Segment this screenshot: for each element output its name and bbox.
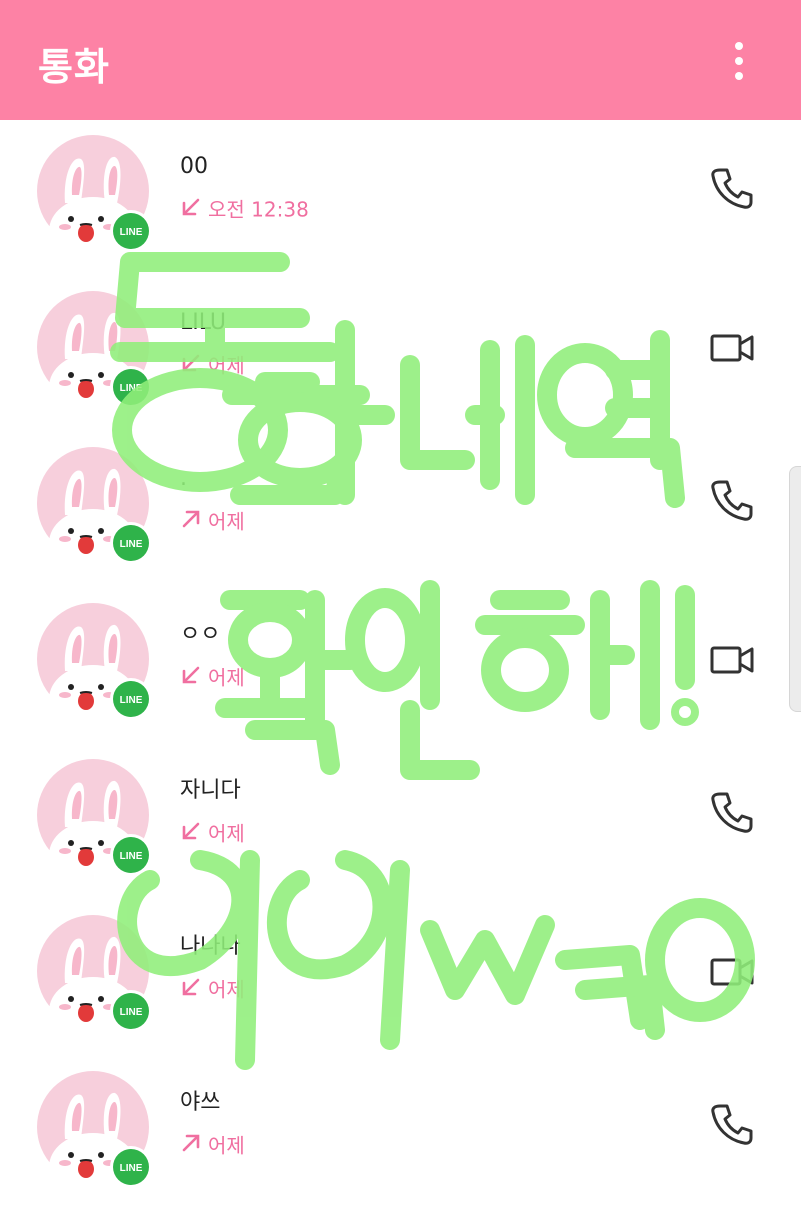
call-row[interactable]: LINE 야쓰 어제 <box>0 1056 801 1212</box>
incoming-call-arrow-icon <box>180 352 202 374</box>
avatar[interactable]: LINE <box>35 757 155 889</box>
contact-name: LILU <box>180 310 227 335</box>
call-time: 어제 <box>208 353 245 378</box>
svg-text:LINE: LINE <box>120 1163 143 1174</box>
call-time: 어제 <box>208 665 245 690</box>
call-meta: 어제 <box>180 975 245 1003</box>
call-meta: 어제 <box>180 351 245 379</box>
svg-text:LINE: LINE <box>120 1007 143 1018</box>
call-row[interactable]: LINE 나나나 어제 <box>0 900 801 1056</box>
call-meta: 어제 <box>180 1131 245 1159</box>
more-vert-icon[interactable] <box>718 36 762 86</box>
avatar[interactable]: LINE <box>35 1069 155 1201</box>
incoming-call-arrow-icon <box>180 196 202 218</box>
call-time: 오전 12:38 <box>208 197 309 222</box>
outgoing-call-arrow-icon <box>180 1132 202 1154</box>
avatar[interactable]: LINE <box>35 289 155 421</box>
call-time: 어제 <box>208 821 245 846</box>
svg-text:LINE: LINE <box>120 383 143 394</box>
voice-call-icon[interactable] <box>706 162 758 214</box>
voice-call-icon[interactable] <box>706 1098 758 1150</box>
voice-call-icon[interactable] <box>706 786 758 838</box>
call-row[interactable]: LINE 00 오전 12:38 <box>0 120 801 276</box>
outgoing-call-arrow-icon <box>180 508 202 530</box>
avatar[interactable]: LINE <box>35 445 155 577</box>
page-title: 통화 <box>38 45 110 89</box>
avatar[interactable]: LINE <box>35 601 155 733</box>
video-call-icon[interactable] <box>706 322 758 374</box>
incoming-call-arrow-icon <box>180 820 202 842</box>
avatar[interactable]: LINE <box>35 913 155 1045</box>
contact-name: 나나나 <box>180 934 241 959</box>
avatar[interactable]: LINE <box>35 133 155 265</box>
call-history-list: LINE 00 오전 12:38 LINE LILU 어제 LINE . 어제 … <box>0 120 801 1212</box>
incoming-call-arrow-icon <box>180 976 202 998</box>
video-call-icon[interactable] <box>706 634 758 686</box>
call-row[interactable]: LINE . 어제 <box>0 432 801 588</box>
contact-name: ㅇㅇ <box>180 622 221 647</box>
contact-name: . <box>180 466 187 491</box>
call-time: 어제 <box>208 509 245 534</box>
contact-name: 야쓰 <box>180 1090 221 1115</box>
app-bar: 통화 <box>0 0 801 120</box>
svg-text:LINE: LINE <box>120 695 143 706</box>
scrollbar-thumb[interactable] <box>789 466 801 712</box>
call-meta: 어제 <box>180 507 245 535</box>
call-meta: 오전 12:38 <box>180 195 309 223</box>
call-meta: 어제 <box>180 819 245 847</box>
call-time: 어제 <box>208 1133 245 1158</box>
call-row[interactable]: LINE 자니다 어제 <box>0 744 801 900</box>
voice-call-icon[interactable] <box>706 474 758 526</box>
call-meta: 어제 <box>180 663 245 691</box>
call-row[interactable]: LINE ㅇㅇ 어제 <box>0 588 801 744</box>
call-time: 어제 <box>208 977 245 1002</box>
contact-name: 00 <box>180 154 208 179</box>
contact-name: 자니다 <box>180 778 241 803</box>
incoming-call-arrow-icon <box>180 664 202 686</box>
svg-text:LINE: LINE <box>120 851 143 862</box>
svg-text:LINE: LINE <box>120 227 143 238</box>
svg-text:LINE: LINE <box>120 539 143 550</box>
call-row[interactable]: LINE LILU 어제 <box>0 276 801 432</box>
video-call-icon[interactable] <box>706 946 758 998</box>
